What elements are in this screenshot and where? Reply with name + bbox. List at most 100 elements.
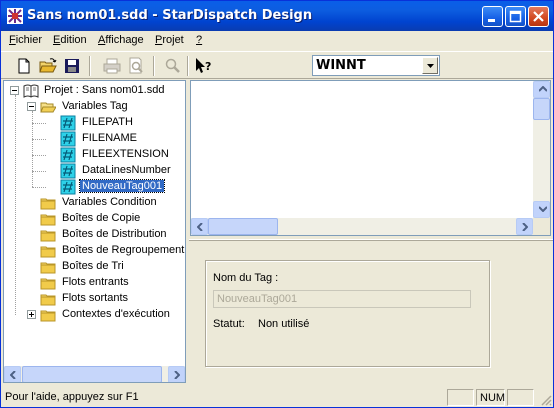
environment-select-dropdown-button[interactable] bbox=[422, 57, 438, 74]
scroll-left-button[interactable] bbox=[191, 218, 208, 235]
tag-name-value: NouveauTag001 bbox=[217, 293, 298, 305]
folder-icon bbox=[40, 214, 56, 226]
tag-variable-icon bbox=[60, 147, 76, 163]
tree-item-variables-tag[interactable]: Variables Tag bbox=[24, 99, 184, 115]
menu-edition-label: dition bbox=[60, 34, 87, 46]
resize-grip-icon[interactable] bbox=[540, 394, 552, 406]
tree-item-tag-selected[interactable]: NouveauTag001 bbox=[44, 179, 184, 195]
tag-variable-icon bbox=[60, 179, 76, 195]
save-button[interactable] bbox=[61, 55, 83, 77]
print-icon bbox=[103, 58, 121, 74]
tree-item-label: FILEPATH bbox=[82, 116, 133, 128]
tree-item-folder[interactable]: Variables Condition bbox=[24, 195, 184, 211]
print-button[interactable] bbox=[101, 55, 123, 77]
tree-item-label: NouveauTag001 bbox=[78, 179, 166, 193]
tree-item-label: Boîtes de Regroupement bbox=[62, 244, 185, 256]
close-icon bbox=[533, 11, 544, 22]
context-help-icon: ? bbox=[196, 58, 211, 73]
tree-item-folder[interactable]: Boîtes de Copie bbox=[24, 211, 184, 227]
tree-root[interactable]: Projet : Sans nom01.sdd bbox=[8, 83, 185, 99]
scroll-right-button[interactable] bbox=[168, 366, 185, 382]
find-icon bbox=[165, 58, 180, 73]
tree-item-folder[interactable]: Contextes d'exécution bbox=[24, 307, 184, 323]
open-button[interactable] bbox=[37, 55, 59, 77]
tree-item-label: FILEEXTENSION bbox=[82, 148, 169, 160]
folder-icon bbox=[40, 246, 56, 258]
scroll-down-button[interactable] bbox=[533, 201, 550, 218]
scroll-thumb[interactable] bbox=[533, 98, 550, 120]
arrow-right-icon bbox=[174, 371, 180, 379]
context-help-button[interactable]: ? bbox=[193, 55, 215, 77]
folder-icon bbox=[40, 262, 56, 274]
tree-item-folder[interactable]: Flots entrants bbox=[24, 275, 184, 291]
scroll-thumb[interactable] bbox=[22, 366, 162, 382]
pane-splitter[interactable] bbox=[189, 239, 553, 241]
tree-item-folder[interactable]: Boîtes de Tri bbox=[24, 259, 184, 275]
status-bar: Pour l'aide, appuyez sur F1 NUM bbox=[1, 387, 553, 407]
print-preview-button[interactable] bbox=[125, 55, 147, 77]
tree-item-label: Boîtes de Distribution bbox=[62, 228, 167, 240]
diagram-horizontal-scrollbar[interactable] bbox=[191, 218, 533, 235]
tree-item-label: FILENAME bbox=[82, 132, 138, 144]
menu-affichage-label: ffichage bbox=[105, 34, 144, 46]
environment-select-value: WINNT bbox=[316, 58, 366, 73]
menu-fichier[interactable]: Fichier bbox=[9, 34, 42, 46]
scroll-left-button[interactable] bbox=[4, 366, 21, 382]
save-icon bbox=[65, 59, 79, 73]
menu-help[interactable]: ? bbox=[196, 34, 202, 46]
new-file-icon bbox=[18, 58, 30, 74]
collapse-icon[interactable] bbox=[10, 86, 19, 95]
new-file-button[interactable] bbox=[13, 55, 35, 77]
tree-item-tag[interactable]: DataLinesNumber bbox=[44, 163, 184, 179]
expand-icon[interactable] bbox=[27, 310, 36, 319]
tree-item-folder[interactable]: Flots sortants bbox=[24, 291, 184, 307]
tree-item-folder[interactable]: Boîtes de Distribution bbox=[24, 227, 184, 243]
status-panel bbox=[507, 389, 534, 406]
arrow-right-icon bbox=[522, 223, 528, 231]
maximize-button[interactable] bbox=[505, 6, 526, 27]
title-bar[interactable]: Sans nom01.sdd - StarDispatch Design bbox=[1, 1, 553, 31]
menu-projet-label: rojet bbox=[162, 34, 184, 46]
scroll-up-button[interactable] bbox=[533, 81, 550, 98]
arrow-down-icon bbox=[539, 206, 547, 212]
close-button[interactable] bbox=[528, 6, 549, 27]
tree-item-tag[interactable]: FILEEXTENSION bbox=[44, 147, 184, 163]
open-folder-icon bbox=[39, 58, 57, 73]
toolbar-separator bbox=[153, 56, 155, 76]
menu-edition[interactable]: Edition bbox=[53, 34, 87, 46]
num-lock-indicator: NUM bbox=[476, 389, 505, 406]
diagram-view[interactable] bbox=[190, 80, 551, 236]
find-button[interactable] bbox=[161, 55, 183, 77]
svg-text:?: ? bbox=[205, 60, 211, 73]
tree-item-folder[interactable]: Boîtes de Regroupement bbox=[24, 243, 184, 259]
tree-root-label: Projet : Sans nom01.sdd bbox=[44, 84, 165, 96]
minimize-button[interactable] bbox=[482, 6, 503, 27]
environment-select[interactable]: WINNT bbox=[312, 55, 440, 76]
arrow-left-icon bbox=[197, 223, 203, 231]
project-tree[interactable]: Projet : Sans nom01.sdd Variables Tag FI… bbox=[3, 80, 186, 383]
tree-horizontal-scrollbar[interactable] bbox=[4, 366, 185, 382]
book-icon bbox=[23, 84, 39, 98]
scroll-corner bbox=[533, 218, 550, 235]
menu-projet[interactable]: Projet bbox=[155, 34, 184, 46]
tree-item-tag[interactable]: FILENAME bbox=[44, 131, 184, 147]
print-preview-icon bbox=[129, 57, 143, 74]
window-title: Sans nom01.sdd - StarDispatch Design bbox=[27, 8, 313, 23]
scroll-right-button[interactable] bbox=[516, 218, 533, 235]
toolbar-separator bbox=[89, 56, 91, 76]
menu-affichage[interactable]: Affichage bbox=[98, 34, 144, 46]
status-value: Non utilisé bbox=[258, 318, 310, 330]
status-help-text: Pour l'aide, appuyez sur F1 bbox=[5, 391, 139, 403]
tag-name-field[interactable]: NouveauTag001 bbox=[213, 290, 471, 308]
tree-item-tag[interactable]: FILEPATH bbox=[44, 115, 184, 131]
status-label: Statut: bbox=[213, 318, 245, 330]
chevron-down-icon bbox=[427, 64, 434, 68]
tag-variable-icon bbox=[60, 163, 76, 179]
scroll-thumb[interactable] bbox=[208, 218, 278, 235]
collapse-icon[interactable] bbox=[27, 102, 36, 111]
diagram-vertical-scrollbar[interactable] bbox=[533, 81, 550, 218]
tree-item-label: Flots sortants bbox=[62, 292, 129, 304]
tag-variable-icon bbox=[60, 131, 76, 147]
toolbar-separator bbox=[187, 56, 189, 76]
toolbar: ? WINNT bbox=[1, 51, 553, 79]
